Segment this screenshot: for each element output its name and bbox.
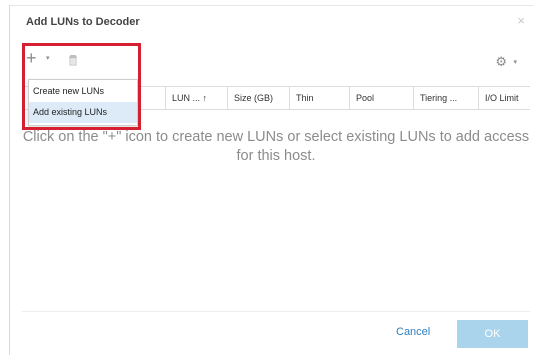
annotation-highlight-box — [22, 43, 141, 130]
gear-icon[interactable]: ⚙ — [495, 55, 507, 68]
cancel-button[interactable]: Cancel — [396, 326, 430, 338]
footer-divider — [22, 311, 530, 312]
close-icon[interactable]: × — [517, 14, 525, 27]
ok-button[interactable]: OK — [457, 320, 528, 348]
chevron-down-icon[interactable]: ▾ — [513, 58, 517, 66]
column-header-pool[interactable]: Pool — [349, 87, 413, 109]
empty-table-message: Click on the "+" icon to create new LUNs… — [22, 129, 530, 164]
column-header-thin[interactable]: Thin — [289, 87, 349, 109]
column-header-io-limit[interactable]: I/O Limit — [478, 87, 530, 109]
dialog-title: Add LUNs to Decoder — [26, 16, 140, 28]
column-header-size[interactable]: Size (GB) — [227, 87, 289, 109]
add-luns-dialog: Add LUNs to Decoder × + ▾ ⚙ ▾ LUN ... ↑ … — [9, 5, 533, 355]
column-header-lun[interactable]: LUN ... ↑ — [165, 87, 227, 109]
column-header-tiering[interactable]: Tiering ... — [413, 87, 478, 109]
